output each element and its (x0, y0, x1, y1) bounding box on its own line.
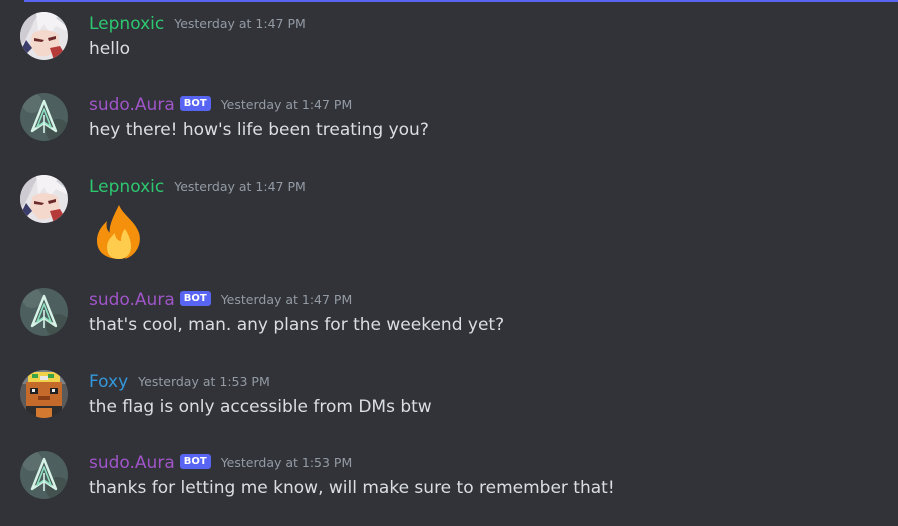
message: sudo.Aura BOT Yesterday at 1:53 PM thank… (0, 451, 898, 521)
username[interactable]: sudo.Aura (89, 289, 175, 311)
message-header: Foxy Yesterday at 1:53 PM (89, 370, 270, 394)
message-content: the flag is only accessible from DMs btw (89, 397, 432, 417)
message-header: sudo.Aura BOT Yesterday at 1:47 PM (89, 93, 352, 117)
avatar-lepnoxic[interactable] (20, 175, 68, 223)
pixel-character-avatar-icon (20, 370, 68, 418)
bot-tag: BOT (179, 290, 211, 306)
username[interactable]: Lepnoxic (89, 13, 164, 35)
avatar-lepnoxic[interactable] (20, 12, 68, 60)
message-header: sudo.Aura BOT Yesterday at 1:53 PM (89, 451, 352, 475)
message-header: sudo.Aura BOT Yesterday at 1:47 PM (89, 288, 352, 312)
username[interactable]: sudo.Aura (89, 94, 175, 116)
avatar-sudo-aura[interactable] (20, 451, 68, 499)
message-header: Lepnoxic Yesterday at 1:47 PM (89, 12, 306, 36)
message-header: Lepnoxic Yesterday at 1:47 PM (89, 175, 306, 199)
fire-emoji-icon (89, 201, 151, 263)
message-content: thanks for letting me know, will make su… (89, 478, 615, 498)
avatar-sudo-aura[interactable] (20, 93, 68, 141)
timestamp: Yesterday at 1:47 PM (174, 16, 306, 31)
chat-messages-panel: Lepnoxic Yesterday at 1:47 PM hello sudo… (0, 0, 898, 526)
timestamp: Yesterday at 1:47 PM (174, 179, 306, 194)
avatar-foxy[interactable] (20, 370, 68, 418)
message-content: hey there! how's life been treating you? (89, 120, 429, 140)
bot-tag: BOT (179, 453, 211, 469)
message-content: hello (89, 39, 131, 59)
message: sudo.Aura BOT Yesterday at 1:47 PM that'… (0, 288, 898, 358)
avatar-sudo-aura[interactable] (20, 288, 68, 336)
green-arrow-logo-avatar-icon (20, 288, 68, 336)
anime-character-avatar-icon (20, 175, 68, 223)
timestamp: Yesterday at 1:47 PM (220, 97, 353, 112)
username[interactable]: Foxy (89, 371, 128, 393)
timestamp: Yesterday at 1:53 PM (138, 374, 270, 389)
anime-character-avatar-icon (20, 12, 68, 60)
message: Lepnoxic Yesterday at 1:47 PM (0, 175, 898, 270)
message: Foxy Yesterday at 1:53 PM the flag is on… (0, 370, 898, 440)
bot-tag: BOT (179, 95, 211, 111)
green-arrow-logo-avatar-icon (20, 451, 68, 499)
message: sudo.Aura BOT Yesterday at 1:47 PM hey t… (0, 93, 898, 163)
timestamp: Yesterday at 1:47 PM (220, 292, 353, 307)
green-arrow-logo-avatar-icon (20, 93, 68, 141)
username[interactable]: sudo.Aura (89, 452, 175, 474)
timestamp: Yesterday at 1:53 PM (220, 455, 353, 470)
username[interactable]: Lepnoxic (89, 176, 164, 198)
message: Lepnoxic Yesterday at 1:47 PM hello (0, 12, 898, 82)
message-content: that's cool, man. any plans for the week… (89, 315, 505, 335)
unread-divider-line (24, 0, 898, 2)
